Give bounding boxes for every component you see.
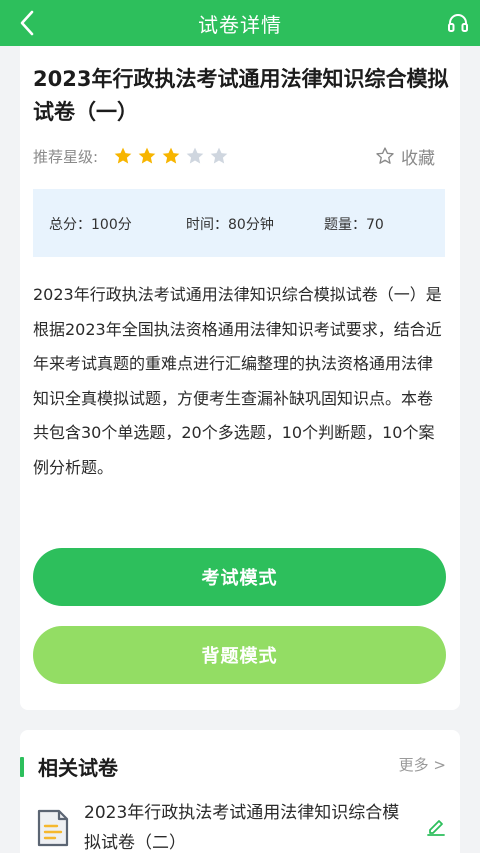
paper-description: 2023年行政执法考试通用法律知识综合模拟试卷（一）是根据2023年全国执法资格… — [33, 285, 442, 477]
related-papers-card: 相关试卷 更多 > 2023年行政执法考试通用法律知识综合模拟试卷（二） — [20, 730, 460, 853]
section-accent-bar — [20, 757, 24, 777]
rating-row: 推荐星级: 收藏 — [33, 143, 451, 169]
rating-label: 推荐星级: — [33, 147, 99, 166]
document-icon — [37, 809, 69, 847]
star-rating — [111, 144, 231, 168]
list-item[interactable]: 2023年行政执法考试通用法律知识综合模拟试卷（二） — [20, 794, 460, 853]
exam-time: 时间：80分钟 — [186, 217, 274, 233]
top-bar: 试卷详情 — [0, 0, 480, 46]
section-title: 相关试卷 — [38, 756, 118, 780]
more-link[interactable]: 更多 > — [399, 754, 446, 775]
star-empty-icon — [183, 144, 207, 168]
page-title: 试卷详情 — [198, 12, 282, 37]
stats-box: 总分：100分 时间：80分钟 题量：70 — [33, 189, 445, 257]
headset-icon — [448, 14, 468, 32]
star-filled-icon — [111, 144, 135, 168]
back-button[interactable] — [12, 8, 42, 38]
paper-title: 2023年行政执法考试通用法律知识综合模拟试卷（一） — [33, 67, 449, 124]
paper-detail-card: 2023年行政执法考试通用法律知识综合模拟试卷（一） 推荐星级: 收藏 总分：1… — [20, 46, 460, 710]
favorite-label: 收藏 — [401, 148, 435, 169]
star-filled-icon — [159, 144, 183, 168]
star-empty-icon — [207, 144, 231, 168]
chevron-left-icon — [20, 10, 34, 36]
total-score: 总分：100分 — [49, 217, 132, 233]
recite-mode-button[interactable]: 背题模式 — [33, 626, 446, 684]
exam-mode-button[interactable]: 考试模式 — [33, 548, 446, 606]
question-count: 题量：70 — [324, 217, 384, 233]
favorite-button[interactable]: 收藏 — [375, 143, 435, 169]
star-filled-icon — [135, 144, 159, 168]
audio-button[interactable] — [444, 9, 472, 37]
star-outline-icon — [375, 146, 395, 166]
edit-icon[interactable] — [426, 816, 446, 836]
related-paper-title: 2023年行政执法考试通用法律知识综合模拟试卷（二） — [84, 803, 400, 853]
